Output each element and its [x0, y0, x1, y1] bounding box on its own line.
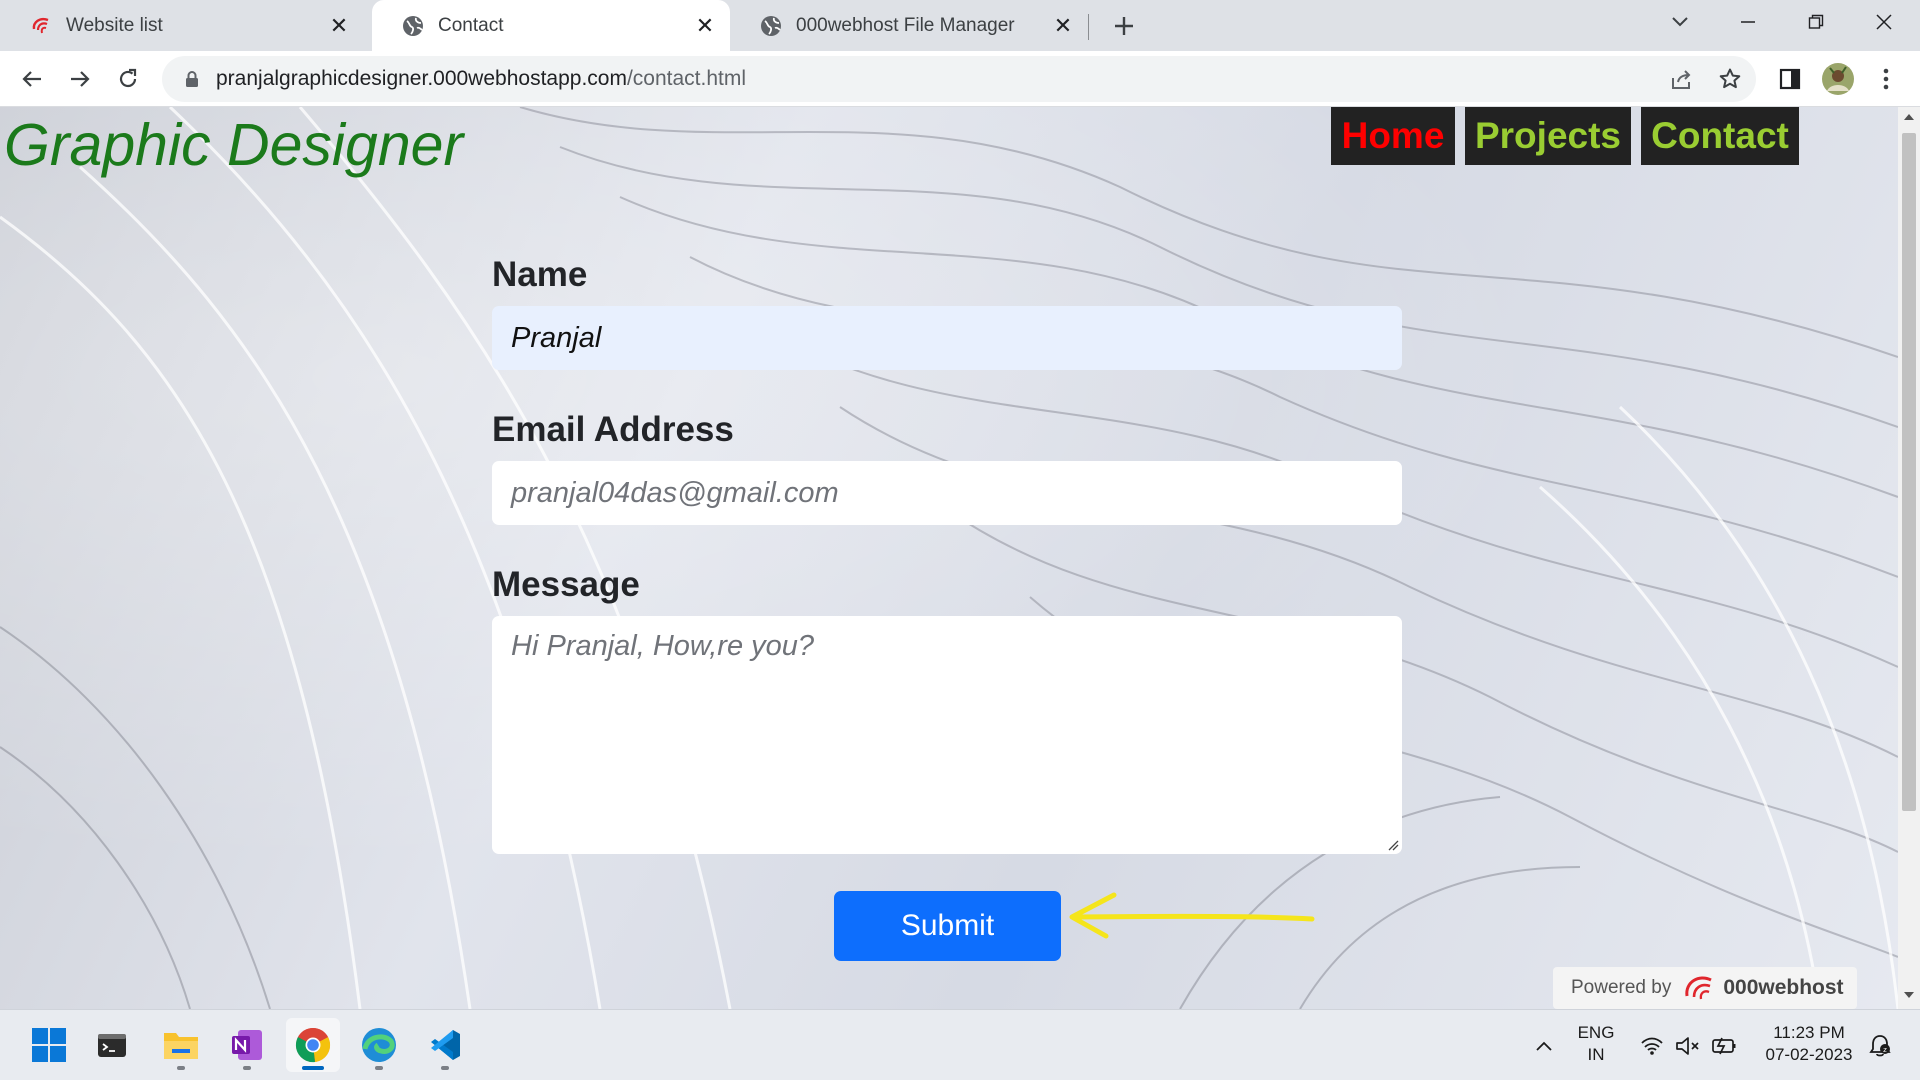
message-textarea[interactable]: Hi Pranjal, How,re you?: [492, 616, 1402, 854]
clock[interactable]: 11:23 PM 07-02-2023: [1756, 1022, 1862, 1066]
onenote-icon[interactable]: [220, 1018, 274, 1072]
running-indicator: [375, 1066, 383, 1070]
message-placeholder: Hi Pranjal, How,re you?: [511, 630, 815, 662]
resize-grip-icon[interactable]: [1387, 839, 1399, 851]
forward-arrow-icon[interactable]: [60, 59, 100, 99]
scroll-down-arrow-icon[interactable]: [1903, 991, 1915, 1003]
nav-home-link[interactable]: Home: [1331, 107, 1455, 165]
name-input[interactable]: Pranjal: [492, 306, 1402, 370]
svg-text:z: z: [1883, 1046, 1887, 1054]
nav-projects-link[interactable]: Projects: [1465, 107, 1631, 165]
browser-tab-strip: Website list ✕ Contact ✕ 000webhost File…: [0, 0, 1920, 51]
close-icon[interactable]: ✕: [690, 11, 720, 41]
background-wave-pattern: [0, 107, 1898, 1009]
email-label: Email Address: [492, 410, 734, 449]
clock-date: 07-02-2023: [1765, 1045, 1853, 1064]
battery-charging-icon[interactable]: [1710, 1032, 1738, 1060]
file-explorer-icon[interactable]: [154, 1018, 208, 1072]
scroll-thumb[interactable]: [1902, 133, 1916, 811]
restore-icon[interactable]: [1788, 0, 1844, 44]
clock-time: 11:23 PM: [1773, 1023, 1845, 1042]
powered-by-000webhost-badge[interactable]: Powered by 000webhost: [1553, 967, 1857, 1009]
site-title: Graphic Designer: [4, 112, 464, 178]
windows-taskbar: ENG IN 11:23 PM 07-02-2023 z: [0, 1009, 1920, 1080]
message-label: Message: [492, 565, 640, 604]
side-panel-icon[interactable]: [1770, 59, 1810, 99]
scroll-up-arrow-icon[interactable]: [1903, 113, 1915, 125]
minimize-icon[interactable]: [1720, 0, 1776, 44]
tab-contact[interactable]: Contact ✕: [372, 0, 730, 51]
volume-muted-icon[interactable]: [1674, 1032, 1702, 1060]
edge-icon[interactable]: [352, 1018, 406, 1072]
running-indicator: [302, 1066, 324, 1070]
wifi-icon[interactable]: [1638, 1032, 1666, 1060]
tab-search-chevron-down-icon[interactable]: [1652, 0, 1708, 44]
tab-separator: [1088, 14, 1089, 40]
language-line1: ENG: [1577, 1023, 1615, 1042]
powered-by-text: Powered by: [1571, 977, 1672, 998]
browser-toolbar: pranjalgraphicdesigner.000webhostapp.com…: [0, 51, 1920, 107]
share-icon[interactable]: [1662, 59, 1702, 99]
new-tab-plus-icon[interactable]: [1106, 8, 1142, 44]
page-viewport: Graphic Designer Home Projects Contact N…: [0, 107, 1898, 1009]
language-line2: IN: [1587, 1045, 1605, 1064]
globe-icon: [760, 15, 782, 37]
000webhost-brand-text: 000webhost: [1723, 976, 1844, 999]
tab-title: 000webhost File Manager: [796, 14, 1015, 36]
menu-kebab-icon[interactable]: [1866, 59, 1906, 99]
chrome-icon[interactable]: [286, 1018, 340, 1072]
address-bar[interactable]: pranjalgraphicdesigner.000webhostapp.com…: [162, 56, 1756, 102]
vscode-icon[interactable]: [418, 1018, 472, 1072]
window-close-icon[interactable]: [1856, 0, 1912, 44]
running-indicator: [177, 1066, 185, 1070]
nav-contact-link[interactable]: Contact: [1641, 107, 1799, 165]
000webhost-logo-icon: [1681, 974, 1717, 1002]
name-label: Name: [492, 255, 588, 294]
terminal-icon[interactable]: [85, 1018, 139, 1072]
email-input[interactable]: pranjal04das@gmail.com: [492, 461, 1402, 525]
tab-title: Website list: [66, 14, 163, 36]
url-host: pranjalgraphicdesigner.000webhostapp.com: [216, 67, 627, 90]
back-arrow-icon[interactable]: [12, 59, 52, 99]
running-indicator: [243, 1066, 251, 1070]
bookmark-star-icon[interactable]: [1710, 59, 1750, 99]
yellow-arrow-annotation: [1069, 892, 1315, 939]
close-icon[interactable]: ✕: [324, 11, 354, 41]
globe-icon: [402, 15, 424, 37]
notification-bell-icon[interactable]: z: [1866, 1032, 1894, 1060]
lock-icon[interactable]: [180, 70, 204, 88]
000webhost-logo-icon: [30, 15, 52, 37]
tab-title: Contact: [438, 14, 504, 36]
submit-button[interactable]: Submit: [834, 891, 1061, 961]
page-scrollbar[interactable]: [1898, 107, 1920, 1009]
windows-start-icon[interactable]: [22, 1018, 76, 1072]
tab-website-list[interactable]: Website list ✕: [0, 0, 364, 51]
running-indicator: [441, 1066, 449, 1070]
url-path: /contact.html: [626, 67, 747, 90]
show-hidden-icons-chevron-up-icon[interactable]: [1530, 1032, 1558, 1060]
close-icon[interactable]: ✕: [1048, 11, 1078, 41]
tab-file-manager[interactable]: 000webhost File Manager ✕: [730, 0, 1088, 51]
language-indicator[interactable]: ENG IN: [1574, 1022, 1618, 1066]
profile-avatar[interactable]: [1818, 59, 1858, 99]
reload-icon[interactable]: [108, 59, 148, 99]
